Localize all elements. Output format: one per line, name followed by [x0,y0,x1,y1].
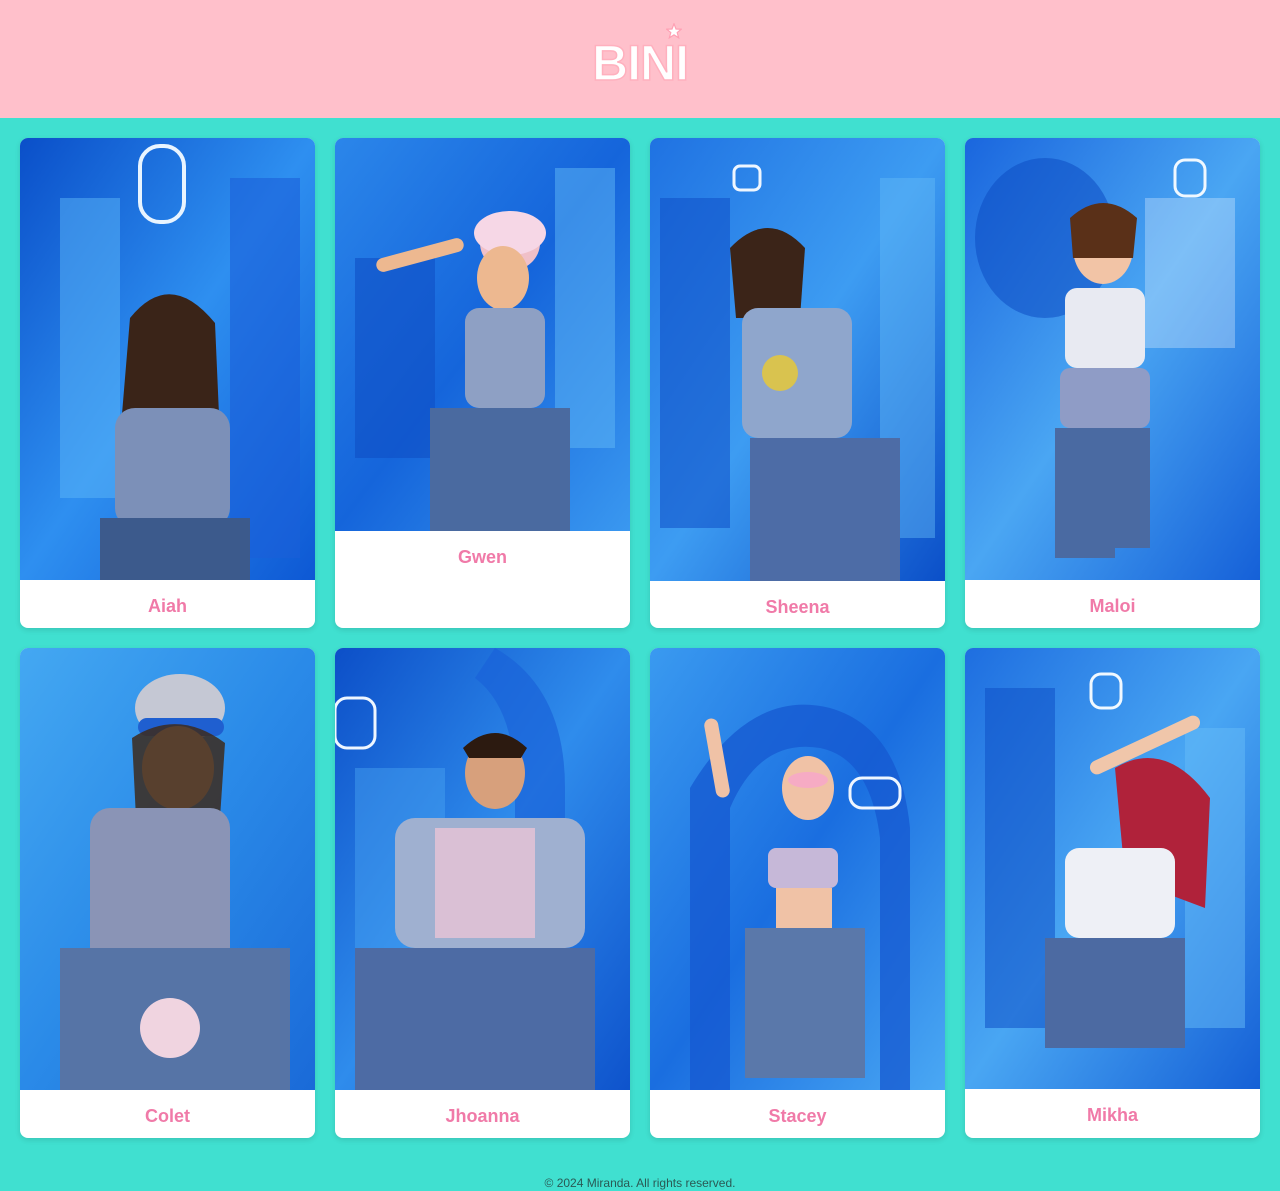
member-card-mikha[interactable]: Mikha [965,648,1260,1138]
member-photo[interactable] [335,138,630,531]
member-photo[interactable] [20,648,315,1090]
member-name: Aiah [147,596,187,616]
member-card-jhoanna[interactable]: Jhoanna [335,648,630,1138]
logo-text: BINI [591,34,690,92]
site-footer: © 2024 Miranda. All rights reserved. [0,1176,1280,1190]
member-name: Sheena [765,597,830,617]
copyright-text: © 2024 Miranda. All rights reserved. [544,1176,736,1190]
member-card-colet[interactable]: Colet [20,648,315,1138]
member-name: Gwen [457,547,507,567]
member-card-sheena[interactable]: Sheena [650,138,945,628]
member-name: Stacey [768,1106,827,1126]
member-photo[interactable] [20,138,315,580]
member-photo[interactable] [650,138,945,581]
bini-logo[interactable]: BINI [591,23,690,95]
site-header: BINI [0,0,1280,118]
member-name: Colet [145,1106,190,1126]
member-name: Mikha [1086,1105,1138,1125]
member-card-maloi[interactable]: Maloi [965,138,1260,628]
member-card-gwen[interactable]: Gwen [335,138,630,628]
member-photo[interactable] [965,138,1260,580]
member-photo[interactable] [335,648,630,1090]
star-icon [666,23,682,39]
member-name: Maloi [1089,596,1136,616]
member-name: Jhoanna [445,1106,520,1126]
member-card-aiah[interactable]: Aiah [20,138,315,628]
member-card-stacey[interactable]: Stacey [650,648,945,1138]
member-photo[interactable] [965,648,1260,1089]
member-photo[interactable] [650,648,945,1090]
